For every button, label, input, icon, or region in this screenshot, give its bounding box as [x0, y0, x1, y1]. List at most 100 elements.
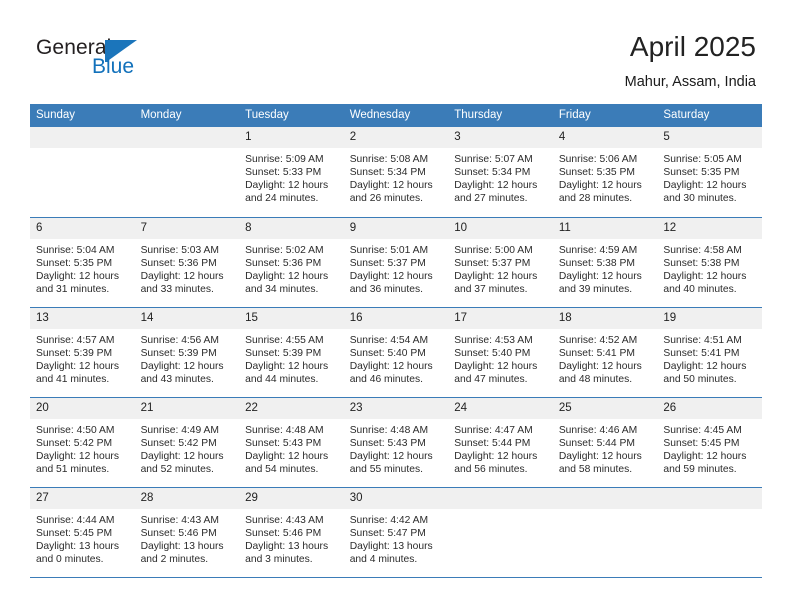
- sunset-text: Sunset: 5:42 PM: [140, 437, 217, 449]
- calendar-day-cell[interactable]: 20 Sunrise: 4:50 AM Sunset: 5:42 PM Dayligh…: [30, 397, 135, 488]
- calendar-day-cell[interactable]: 22 Sunrise: 4:48 AM Sunset: 5:43 PM Dayligh…: [239, 397, 344, 488]
- calendar-day-cell[interactable]: 13 Sunrise: 4:57 AM Sunset: 5:39 PM Dayligh…: [30, 307, 135, 398]
- day-details: Sunrise: 4:48 AM Sunset: 5:43 PM Daylight:…: [239, 419, 344, 476]
- sunrise-text: Sunrise: 5:03 AM: [140, 244, 219, 256]
- calendar-day-cell[interactable]: 21 Sunrise: 4:49 AM Sunset: 5:42 PM Dayligh…: [134, 397, 240, 488]
- day-details: Sunrise: 5:09 AM Sunset: 5:33 PM Daylight:…: [239, 148, 344, 205]
- daylight-text-line2: and 37 minutes.: [454, 283, 528, 295]
- day-details: Sunrise: 5:01 AM Sunset: 5:37 PM Daylight:…: [344, 239, 449, 296]
- weekday-header-monday: Monday: [134, 104, 240, 127]
- day-number: 7: [134, 217, 240, 239]
- daylight-text-line1: Daylight: 12 hours: [558, 450, 642, 462]
- calendar-day-cell[interactable]: 5 Sunrise: 5:05 AM Sunset: 5:35 PM Daylight…: [657, 127, 762, 218]
- sunset-text: Sunset: 5:37 PM: [454, 257, 531, 269]
- daylight-text-line2: and 47 minutes.: [454, 373, 528, 385]
- daylight-text-line1: Daylight: 12 hours: [349, 270, 433, 282]
- daylight-text-line2: and 59 minutes.: [663, 463, 737, 475]
- daylight-text-line2: and 26 minutes.: [349, 193, 423, 205]
- sunrise-text: Sunrise: 5:01 AM: [349, 244, 429, 256]
- day-number: [448, 487, 553, 509]
- sunset-text: Sunset: 5:36 PM: [245, 257, 322, 269]
- day-number: 13: [30, 307, 135, 329]
- daylight-text-line2: and 0 minutes.: [36, 553, 104, 565]
- daylight-text-line2: and 44 minutes.: [245, 373, 319, 385]
- calendar-day-cell[interactable]: 27 Sunrise: 4:44 AM Sunset: 5:45 PM Dayligh…: [30, 487, 135, 578]
- calendar-week-row: 6 Sunrise: 5:04 AM Sunset: 5:35 PM Daylight…: [30, 217, 762, 308]
- calendar-day-cell[interactable]: 25 Sunrise: 4:46 AM Sunset: 5:44 PM Dayligh…: [552, 397, 658, 488]
- calendar-day-cell-empty: [30, 127, 135, 218]
- calendar-day-cell[interactable]: 12 Sunrise: 4:58 AM Sunset: 5:38 PM Dayligh…: [657, 217, 762, 308]
- calendar-day-cell[interactable]: 19 Sunrise: 4:51 AM Sunset: 5:41 PM Dayligh…: [657, 307, 762, 398]
- calendar-day-cell[interactable]: 17 Sunrise: 4:53 AM Sunset: 5:40 PM Dayligh…: [448, 307, 553, 398]
- sunrise-text: Sunrise: 4:43 AM: [140, 514, 219, 526]
- calendar-grid: Sunday Monday Tuesday Wednesday Thursday…: [30, 104, 762, 578]
- day-number: 21: [134, 397, 240, 419]
- calendar-day-cell[interactable]: 7 Sunrise: 5:03 AM Sunset: 5:36 PM Daylight…: [134, 217, 240, 308]
- day-number: 30: [343, 487, 449, 509]
- calendar-day-cell[interactable]: 8 Sunrise: 5:02 AM Sunset: 5:36 PM Daylight…: [239, 217, 344, 308]
- calendar-day-cell[interactable]: 14 Sunrise: 4:56 AM Sunset: 5:39 PM Dayligh…: [134, 307, 240, 398]
- daylight-text-line2: and 43 minutes.: [140, 373, 214, 385]
- calendar-day-cell[interactable]: 15 Sunrise: 4:55 AM Sunset: 5:39 PM Dayligh…: [239, 307, 344, 398]
- day-number: 5: [657, 127, 762, 148]
- day-number: 17: [448, 307, 553, 329]
- sunset-text: Sunset: 5:35 PM: [36, 257, 113, 269]
- day-details: Sunrise: 4:50 AM Sunset: 5:42 PM Daylight:…: [30, 419, 135, 476]
- day-number: 11: [552, 217, 658, 239]
- calendar-day-cell[interactable]: 2 Sunrise: 5:08 AM Sunset: 5:34 PM Daylight…: [343, 127, 449, 218]
- calendar-day-cell[interactable]: 26 Sunrise: 4:45 AM Sunset: 5:45 PM Dayligh…: [657, 397, 762, 488]
- daylight-text-line2: and 28 minutes.: [558, 193, 633, 205]
- calendar-day-cell[interactable]: 28 Sunrise: 4:43 AM Sunset: 5:46 PM Dayligh…: [134, 487, 240, 578]
- daylight-text-line1: Daylight: 12 hours: [36, 270, 119, 282]
- calendar-day-cell[interactable]: 24 Sunrise: 4:47 AM Sunset: 5:44 PM Dayligh…: [448, 397, 553, 488]
- day-details: Sunrise: 4:53 AM Sunset: 5:40 PM Daylight:…: [448, 329, 553, 386]
- daylight-text-line2: and 27 minutes.: [454, 193, 528, 205]
- day-number: 27: [30, 487, 135, 509]
- sunrise-text: Sunrise: 4:47 AM: [454, 424, 533, 436]
- sunset-text: Sunset: 5:38 PM: [663, 257, 740, 269]
- daylight-text-line2: and 51 minutes.: [36, 463, 110, 475]
- sunrise-text: Sunrise: 5:00 AM: [454, 244, 533, 256]
- calendar-day-cell[interactable]: 23 Sunrise: 4:48 AM Sunset: 5:43 PM Dayligh…: [343, 397, 449, 488]
- sunset-text: Sunset: 5:37 PM: [349, 257, 426, 269]
- calendar-day-cell[interactable]: 1 Sunrise: 5:09 AM Sunset: 5:33 PM Daylight…: [239, 127, 344, 218]
- calendar-week-row: 27 Sunrise: 4:44 AM Sunset: 5:45 PM Dayligh…: [30, 487, 762, 578]
- sunset-text: Sunset: 5:35 PM: [558, 167, 635, 179]
- daylight-text-line2: and 58 minutes.: [558, 463, 633, 475]
- daylight-text-line1: Daylight: 12 hours: [558, 360, 642, 372]
- daylight-text-line2: and 56 minutes.: [454, 463, 528, 475]
- sunrise-text: Sunrise: 5:04 AM: [36, 244, 115, 256]
- sunset-text: Sunset: 5:45 PM: [663, 437, 740, 449]
- weekday-header-row: Sunday Monday Tuesday Wednesday Thursday…: [30, 104, 762, 127]
- day-details: Sunrise: 4:49 AM Sunset: 5:42 PM Daylight:…: [135, 419, 240, 476]
- page-header: General Blue April 2025 Mahur, Assam, In…: [0, 0, 792, 98]
- sunrise-text: Sunrise: 4:57 AM: [36, 334, 115, 346]
- title-block: April 2025 Mahur, Assam, India: [625, 30, 756, 91]
- calendar-day-cell[interactable]: 4 Sunrise: 5:06 AM Sunset: 5:35 PM Daylight…: [552, 127, 658, 218]
- calendar-day-cell[interactable]: 10 Sunrise: 5:00 AM Sunset: 5:37 PM Dayligh…: [448, 217, 553, 308]
- daylight-text-line2: and 34 minutes.: [245, 283, 319, 295]
- calendar-day-cell[interactable]: 16 Sunrise: 4:54 AM Sunset: 5:40 PM Dayligh…: [343, 307, 449, 398]
- daylight-text-line1: Daylight: 12 hours: [245, 360, 329, 372]
- day-number: 28: [134, 487, 240, 509]
- day-details: Sunrise: 5:00 AM Sunset: 5:37 PM Daylight:…: [448, 239, 553, 296]
- daylight-text-line1: Daylight: 12 hours: [558, 180, 642, 192]
- calendar-day-cell[interactable]: 11 Sunrise: 4:59 AM Sunset: 5:38 PM Dayligh…: [552, 217, 658, 308]
- day-number: 4: [552, 127, 658, 148]
- calendar-day-cell[interactable]: 18 Sunrise: 4:52 AM Sunset: 5:41 PM Dayligh…: [552, 307, 658, 398]
- daylight-text-line1: Daylight: 12 hours: [663, 450, 747, 462]
- daylight-text-line2: and 30 minutes.: [663, 193, 737, 205]
- calendar-week-row: 1 Sunrise: 5:09 AM Sunset: 5:33 PM Daylight…: [30, 127, 762, 218]
- day-number: [134, 127, 240, 148]
- calendar-day-cell[interactable]: 9 Sunrise: 5:01 AM Sunset: 5:37 PM Daylight…: [343, 217, 449, 308]
- day-details: Sunrise: 4:48 AM Sunset: 5:43 PM Daylight:…: [344, 419, 449, 476]
- sunset-text: Sunset: 5:35 PM: [663, 167, 740, 179]
- day-details: Sunrise: 4:57 AM Sunset: 5:39 PM Daylight:…: [30, 329, 135, 386]
- daylight-text-line1: Daylight: 12 hours: [454, 270, 538, 282]
- calendar-day-cell[interactable]: 29 Sunrise: 4:43 AM Sunset: 5:46 PM Dayligh…: [239, 487, 344, 578]
- calendar-day-cell[interactable]: 6 Sunrise: 5:04 AM Sunset: 5:35 PM Daylight…: [30, 217, 135, 308]
- sunset-text: Sunset: 5:33 PM: [245, 167, 322, 179]
- calendar-day-cell[interactable]: 30 Sunrise: 4:42 AM Sunset: 5:47 PM Dayligh…: [343, 487, 449, 578]
- calendar-day-cell[interactable]: 3 Sunrise: 5:07 AM Sunset: 5:34 PM Daylight…: [448, 127, 553, 218]
- day-number: 24: [448, 397, 553, 419]
